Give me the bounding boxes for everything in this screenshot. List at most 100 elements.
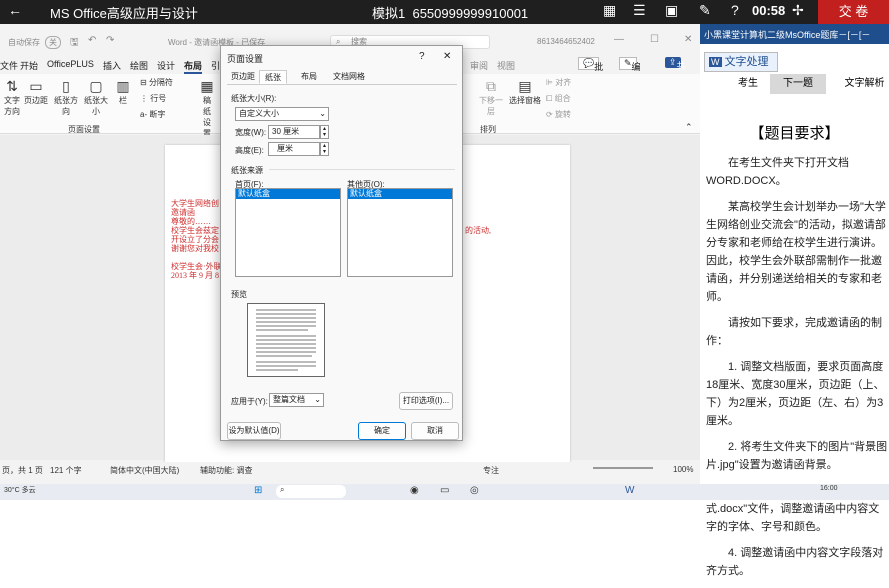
source-divider (269, 169, 455, 170)
collapse-ribbon-icon[interactable]: ⌃ (685, 122, 693, 133)
chevron-down-icon: ⌄ (319, 109, 326, 118)
weather-widget[interactable]: 30°C 多云 (4, 485, 36, 495)
requirements-body: 在考生文件夹下打开文档WORD.DOCX。 某高校学生会计划举办一场"大学生网络… (706, 154, 889, 588)
paper-source-label: 纸张来源 (231, 166, 263, 175)
tab-view[interactable]: 视图 (497, 59, 515, 72)
undo-icon[interactable]: ↶ (88, 35, 96, 46)
taskbar-search[interactable]: ⌕ (276, 485, 346, 498)
tab-review[interactable]: 审阅 (470, 59, 488, 72)
cancel-button[interactable]: 取消 (411, 422, 459, 440)
height-input[interactable]: 厘米 (268, 142, 320, 156)
tab-paper[interactable]: 纸张 (259, 70, 287, 84)
tab-file[interactable]: 文件 (0, 59, 18, 72)
section-title: W 文字处理 (704, 52, 778, 72)
orientation-button[interactable]: ▯ 纸张方向 (52, 78, 80, 117)
breaks-button[interactable]: ⊟ 分隔符 (140, 77, 173, 88)
tab-home[interactable]: 开始 (20, 59, 38, 72)
accessibility[interactable]: 辅助功能: 调查 (200, 465, 252, 476)
paper-size-select[interactable]: 自定义大小 ⌄ (235, 107, 329, 121)
tab-divider (227, 84, 457, 85)
maximize-icon[interactable]: ☐ (650, 34, 659, 45)
cursor-icon: ✢ (792, 2, 804, 18)
pen-icon[interactable]: ✎ (699, 2, 711, 19)
tab-doc-grid[interactable]: 文档网格 (329, 70, 369, 84)
page-count: 页，共 1 页 (2, 466, 43, 475)
close-word-icon[interactable]: ✕ (684, 34, 692, 45)
size-button[interactable]: ▢ 纸张大小 (82, 78, 110, 117)
page-preview (247, 303, 325, 377)
req-paragraph: 4. 调整邀请函中内容文字段落对齐方式。 (706, 547, 884, 577)
selection-pane-button[interactable]: ▤ 选择窗格 (508, 78, 542, 106)
tab-analysis[interactable]: 文字解析 (840, 74, 889, 94)
account-phone: 8613464652402 (537, 37, 595, 46)
timer: 00:58 (752, 3, 786, 18)
autosave-toggle[interactable]: 关 (45, 36, 61, 49)
edge-icon[interactable]: ◉ (410, 485, 419, 496)
first-page-list[interactable]: 默认纸盒 (235, 188, 341, 277)
exam-topbar: ← MS Office高级应用与设计 模拟1 6550999999910001 … (0, 0, 889, 24)
tab-layout[interactable]: 布局 (184, 59, 203, 74)
submit-exam-button[interactable]: 交 卷 (818, 0, 889, 24)
width-spinner[interactable]: ▴ ▾ (320, 125, 329, 139)
language[interactable]: 简体中文(中国大陆) (110, 465, 179, 476)
start-icon[interactable]: ⊞ (254, 485, 262, 496)
align-button[interactable]: ⊫ 对齐 (546, 77, 571, 88)
redo-icon[interactable]: ↷ (106, 35, 114, 46)
tab-next-question[interactable]: 下一题 (770, 74, 826, 94)
columns-button[interactable]: ▥ 栏 (116, 78, 130, 106)
save-icon[interactable]: 🖫 (70, 35, 79, 52)
calculator-icon[interactable]: ▦ (603, 2, 616, 19)
selection-pane-icon: ▤ (518, 78, 532, 94)
tab-insert[interactable]: 插入 (103, 59, 121, 72)
dialog-help-button[interactable]: ? (419, 51, 425, 62)
text-direction-button[interactable]: ⇅ 文字方向 (2, 78, 22, 117)
tab-layout-dialog[interactable]: 布局 (297, 70, 321, 84)
paper-size-label: 纸张大小(R): (231, 94, 277, 103)
tab-design[interactable]: 设计 (157, 59, 175, 72)
autosave-label: 自动保存 (8, 38, 40, 47)
menu-icon[interactable]: ☰ (633, 2, 646, 19)
tab-candidate[interactable]: 考生 (726, 74, 770, 94)
line-numbers-button[interactable]: ⋮ 行号 (140, 93, 166, 104)
hyphenation-button[interactable]: a- 断字 (140, 109, 165, 120)
share-button[interactable]: ⇪共享 (665, 57, 686, 84)
edit-mode-button[interactable]: ✎编辑 (619, 57, 641, 85)
width-input[interactable]: 30 厘米 (268, 125, 320, 139)
word-count: 121 个字 (50, 466, 82, 475)
tab-officeplus[interactable]: OfficePLUS (47, 59, 94, 69)
status-bar: 页，共 1 页 121 个字 简体中文(中国大陆) 辅助功能: 调查 专注 10… (0, 462, 700, 476)
chevron-down-icon: ⌄ (314, 395, 321, 404)
other-pages-list[interactable]: 默认纸盒 (347, 188, 453, 277)
set-default-button[interactable]: 设为默认值(D) (227, 422, 281, 440)
ok-button[interactable]: 确定 (358, 422, 406, 440)
dialog-title: 页面设置 (227, 54, 264, 64)
zoom-level[interactable]: 100% (673, 465, 693, 474)
backward-button[interactable]: ⧉ 下移一层 (476, 78, 506, 117)
doc-right-text: 的活动, (465, 226, 491, 235)
comment-button[interactable]: 💬 批注 (578, 57, 603, 85)
manuscript-button[interactable]: ▦ 稿纸设置 (200, 78, 214, 139)
folder-icon[interactable]: ▭ (440, 485, 449, 496)
other-pages-item[interactable]: 默认纸盒 (348, 189, 452, 199)
word-taskbar-icon[interactable]: W (625, 485, 634, 496)
chrome-icon[interactable]: ◎ (470, 485, 479, 496)
apply-to-select[interactable]: 整篇文档 ⌄ (269, 393, 324, 407)
dialog-close-button[interactable]: ✕ (443, 51, 451, 62)
margins-button[interactable]: ▭ 页边距 (24, 78, 48, 106)
zoom-slider[interactable] (593, 467, 653, 469)
first-page-item[interactable]: 默认纸盒 (236, 189, 340, 199)
focus-button[interactable]: 专注 (483, 465, 499, 476)
minimize-icon[interactable]: — (614, 34, 624, 45)
screen-icon[interactable]: ▣ (665, 2, 678, 19)
columns-icon: ▥ (116, 78, 130, 94)
height-spinner[interactable]: ▴ ▾ (320, 142, 329, 156)
help-icon[interactable]: ? (731, 2, 739, 18)
back-arrow-icon[interactable]: ← (8, 2, 22, 18)
print-options-button[interactable]: 打印选项(I)... (399, 392, 453, 410)
tab-margins[interactable]: 页边距 (229, 70, 257, 84)
tab-draw[interactable]: 绘图 (130, 59, 148, 72)
send-backward-icon: ⧉ (486, 78, 496, 94)
question-panel: 小黑课堂计算机二级MsOffice题库－[－[－ W 文字处理 考生 下一题 文… (700, 24, 889, 577)
rotate-button[interactable]: ⟳ 旋转 (546, 109, 571, 120)
group-button[interactable]: ⧠ 组合 (546, 93, 571, 104)
